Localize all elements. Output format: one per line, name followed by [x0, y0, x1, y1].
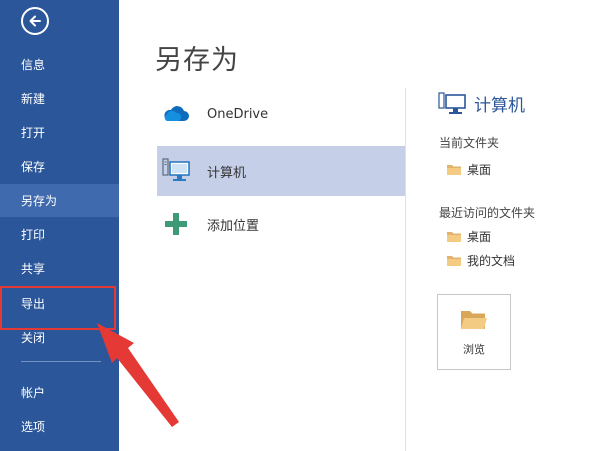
location-label: 计算机 [207, 165, 247, 181]
location-label: 添加位置 [207, 218, 260, 234]
back-arrow-icon [29, 15, 41, 27]
folder-icon [447, 164, 461, 175]
folder-label: 我的文档 [467, 253, 516, 268]
nav-item-label: 新建 [21, 92, 46, 106]
folder-label: 桌面 [467, 162, 492, 177]
nav-divider [21, 361, 101, 362]
panel-divider [405, 88, 406, 451]
location-add-place[interactable]: 添加位置 [157, 199, 406, 249]
nav-item-label: 另存为 [21, 194, 58, 208]
recent-folder-desktop[interactable]: 桌面 [447, 227, 491, 245]
location-onedrive[interactable]: OneDrive [157, 89, 406, 139]
nav-item-share[interactable]: 共享 [0, 252, 119, 285]
browse-button[interactable]: 浏览 [437, 294, 511, 370]
nav-item-label: 选项 [21, 420, 46, 434]
cloud-icon [162, 100, 190, 128]
current-folder-heading: 当前文件夹 [439, 136, 500, 150]
nav-item-label: 帐户 [21, 386, 46, 400]
nav-item-label: 信息 [21, 58, 46, 72]
right-panel-title: 计算机 [474, 96, 525, 116]
nav-item-new[interactable]: 新建 [0, 82, 119, 115]
nav-item-save[interactable]: 保存 [0, 150, 119, 183]
current-folder-desktop[interactable]: 桌面 [447, 160, 491, 178]
computer-icon [438, 92, 466, 114]
location-computer[interactable]: 计算机 [157, 146, 406, 196]
recent-folder-documents[interactable]: 我的文档 [447, 251, 515, 269]
nav-item-label: 关闭 [21, 331, 46, 345]
nav-item-label: 打印 [21, 228, 46, 242]
back-button[interactable] [21, 7, 49, 35]
recent-folder-heading: 最近访问的文件夹 [439, 206, 536, 220]
location-label: OneDrive [207, 106, 269, 122]
nav-item-open[interactable]: 打开 [0, 116, 119, 149]
export-highlight-box [0, 286, 116, 330]
folder-label: 桌面 [467, 229, 492, 244]
open-folder-icon [461, 311, 487, 329]
page-title: 另存为 [155, 45, 239, 76]
nav-item-info[interactable]: 信息 [0, 48, 119, 81]
nav-item-label: 保存 [21, 160, 46, 174]
folder-icon [447, 255, 461, 266]
nav-item-save-as[interactable]: 另存为 [0, 184, 119, 217]
computer-icon [162, 157, 190, 185]
folder-icon [447, 231, 461, 242]
nav-item-options[interactable]: 选项 [0, 410, 119, 443]
nav-item-print[interactable]: 打印 [0, 218, 119, 251]
plus-icon [162, 210, 190, 238]
nav-item-account[interactable]: 帐户 [0, 376, 119, 409]
nav-item-label: 共享 [21, 262, 46, 276]
nav-item-label: 打开 [21, 126, 46, 140]
backstage-sidebar: 信息 新建 打开 保存 另存为 打印 共享 导出 关闭 帐户 选项 [0, 0, 119, 451]
browse-label: 浏览 [463, 343, 485, 356]
